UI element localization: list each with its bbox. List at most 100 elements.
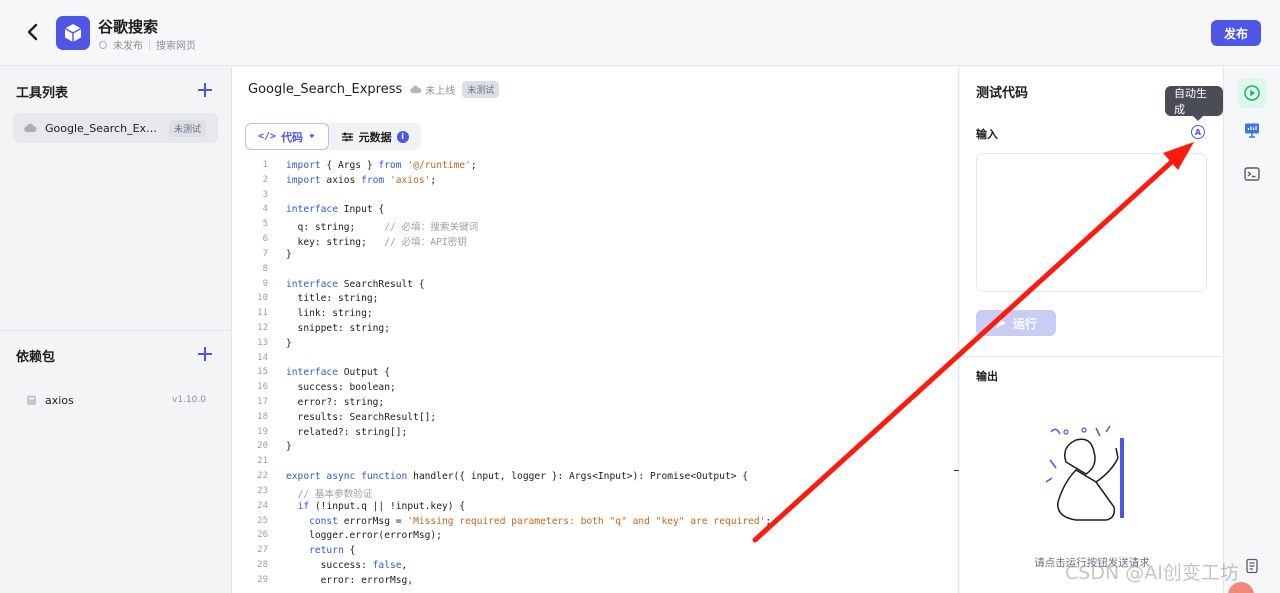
rail-terminal-button[interactable] [1237,159,1267,189]
test-input-box[interactable] [976,153,1207,292]
code-line: 3 [246,190,952,205]
code-editor-panel: Google_Search_Express 未上线 未测试 </> 代码 ✦ 元… [232,67,959,593]
code-line: 28 success: false, [246,560,952,575]
line-number: 11 [257,308,268,319]
editor-tabs: </> 代码 ✦ 元数据 i [245,123,421,150]
line-number: 18 [257,411,268,422]
code-line: 18 results: SearchResult[]; [246,412,952,427]
tool-test-badge: 未测试 [169,119,207,137]
dependency-name: axios [45,393,74,407]
tool-header: Google_Search_Express 未上线 未测试 [248,81,500,98]
line-number: 29 [257,574,268,585]
line-number: 14 [257,352,268,363]
code-line: 15 interface Output { [246,367,952,382]
tool-title: Google_Search_Express [248,82,403,97]
code-text: if (!input.q || !input.key) { [297,500,466,512]
code-text: success: false, [286,559,408,571]
line-number: 8 [262,263,268,274]
sparkle-icon: ✦ [308,131,316,142]
right-rail [1225,67,1280,593]
tab-metadata-label: 元数据 [358,130,392,144]
rail-monitor-button[interactable] [1237,115,1267,145]
code-line: 12 snippet: string; [246,323,952,338]
code-text: interface Input { [286,204,385,216]
document-icon [1246,558,1258,574]
line-number: 6 [262,234,268,245]
line-number: 26 [257,530,268,541]
play-circle-icon [1244,85,1260,101]
rail-test-button[interactable] [1237,78,1267,108]
line-number: 12 [257,322,268,333]
app-meta: 未发布 搜索网页 [99,37,196,52]
code-text: error: errorMsg, [286,574,414,586]
code-line: 10 title: string; [246,293,952,308]
code-text: success: boolean; [286,382,396,394]
run-button-label: 运行 [1012,316,1037,331]
line-number: 9 [262,278,268,289]
code-line: 9 interface SearchResult { [246,279,952,294]
unpublished-status-icon [99,40,107,49]
test-panel-divider [960,356,1224,357]
test-panel: 测试代码 自动生成 输入 A 运行 输出 请点击运行按钮发送请求 [960,67,1224,593]
rail-doc-button[interactable] [1237,551,1267,581]
code-text: } [286,337,292,349]
code-text: return { [309,545,356,557]
line-number: 19 [257,426,268,437]
code-line: 8 [246,264,952,279]
code-line: 26 logger.error(errorMsg); [246,530,952,545]
code-line: 17 error?: string; [246,397,952,412]
back-button[interactable] [22,20,44,44]
tab-code[interactable]: </> 代码 ✦ [245,123,329,150]
line-number: 10 [257,293,268,304]
code-text: } [286,248,292,260]
online-status-label: 未上线 [425,86,456,97]
tab-metadata[interactable]: 元数据 i [329,123,421,150]
online-status: 未上线 [409,82,455,97]
code-text: logger.error(errorMsg); [286,530,442,542]
add-dependency-button[interactable] [198,347,212,361]
code-line: 25 const errorMsg = 'Missing required pa… [246,516,952,531]
auto-generate-button[interactable]: A [1191,125,1205,139]
cloud-icon [410,85,422,94]
code-line: 22 export async function handler({ input,… [246,471,952,486]
code-line: 13} [246,338,952,353]
terminal-icon [1244,167,1260,181]
tool-name: Google_Search_Expr... [45,121,161,135]
tab-code-label: 代码 [281,130,304,144]
top-header: 谷歌搜索 未发布 搜索网页 发布 [0,0,1280,66]
code-line: 2 import axios from 'axios'; [246,175,952,190]
line-number: 20 [257,441,268,452]
line-number: 25 [257,515,268,526]
code-line: 19 related?: string[]; [246,427,952,442]
add-tool-button[interactable] [198,83,212,97]
line-number: 16 [257,382,268,393]
code-line: 16 success: boolean; [246,382,952,397]
publish-button[interactable]: 发布 [1211,20,1261,46]
output-label: 输出 [976,370,998,383]
package-icon [27,395,36,405]
line-number: 2 [262,174,268,185]
info-icon: i [396,130,409,143]
monitor-icon [1245,123,1259,138]
code-line: 14 [246,353,952,368]
test-status-badge: 未测试 [462,81,500,98]
line-number: 4 [262,204,268,215]
line-number: 22 [257,471,268,482]
cloud-icon [24,123,37,132]
tool-list-item[interactable]: Google_Search_Expr... 未测试 [13,113,218,143]
line-number: 17 [257,397,268,407]
code-line: 11 link: string; [246,308,952,323]
line-number: 7 [262,248,268,259]
code-text: const errorMsg = 'Missing required param… [309,515,772,527]
code-text: error?: string; [286,397,385,408]
app-category: 搜索网页 [156,41,196,52]
line-number: 15 [257,367,268,378]
code-area[interactable]: 1 import { Args } from '@/runtime'; 2 impor… [246,160,952,593]
watermark: CSDN @AI创变工坊 [1065,562,1239,584]
cube-icon [64,24,82,42]
dependency-item[interactable]: axios v1.10.0 [26,391,206,409]
code-line: 6 key: string; // 必填：API密钥 [246,234,952,249]
run-button[interactable]: 运行 [976,310,1056,336]
